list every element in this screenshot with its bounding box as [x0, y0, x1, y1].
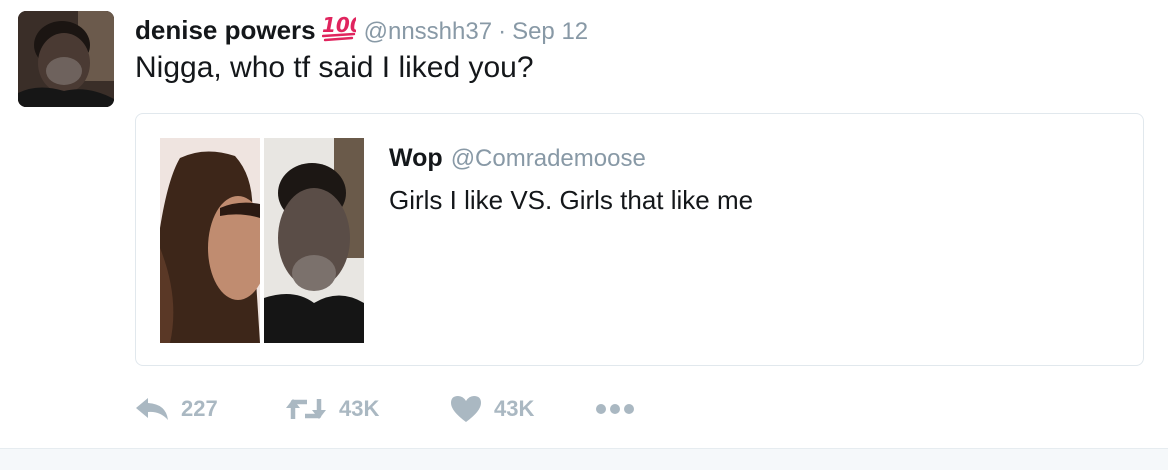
- quoted-author-handle[interactable]: @Comrademoose: [451, 145, 646, 173]
- quoted-tweet-text: Girls I like VS. Girls that like me: [389, 185, 754, 215]
- timeline-footer: [0, 448, 1168, 470]
- avatar-photo: [18, 11, 114, 107]
- more-icon: [595, 403, 635, 415]
- media-photo-right: [264, 138, 364, 343]
- author-handle[interactable]: @nnsshh37: [364, 18, 492, 46]
- tweet-actions: 227 43K 43K: [135, 392, 635, 426]
- heart-icon: [450, 395, 482, 423]
- tweet[interactable]: denise powers 100 @nnsshh37 · Sep 12 Nig…: [0, 0, 1168, 448]
- reply-icon: [135, 396, 169, 422]
- quoted-author-name[interactable]: Wop: [389, 144, 443, 173]
- reply-count: 227: [181, 396, 218, 421]
- quoted-tweet-media[interactable]: [160, 138, 365, 343]
- tweet-timestamp[interactable]: Sep 12: [512, 18, 588, 46]
- retweet-count: 43K: [339, 396, 380, 421]
- author-name[interactable]: denise powers: [135, 15, 316, 46]
- more-button[interactable]: [595, 403, 635, 415]
- tweet-header: denise powers 100 @nnsshh37 · Sep 12: [135, 9, 588, 45]
- retweet-icon: [285, 395, 327, 423]
- quoted-tweet-header: Wop @Comrademoose: [389, 144, 646, 173]
- hundred-points-icon: 100: [321, 12, 363, 47]
- like-count: 43K: [494, 396, 535, 421]
- like-button[interactable]: 43K: [450, 395, 595, 423]
- retweet-button[interactable]: 43K: [285, 395, 450, 423]
- tweet-text: Nigga, who tf said I liked you?: [135, 51, 534, 84]
- author-avatar[interactable]: [18, 11, 114, 107]
- reply-button[interactable]: 227: [135, 396, 285, 422]
- quoted-tweet[interactable]: Wop @Comrademoose Girls I like VS. Girls…: [135, 113, 1144, 366]
- separator-dot: ·: [498, 18, 507, 45]
- media-photo-left: [160, 138, 260, 343]
